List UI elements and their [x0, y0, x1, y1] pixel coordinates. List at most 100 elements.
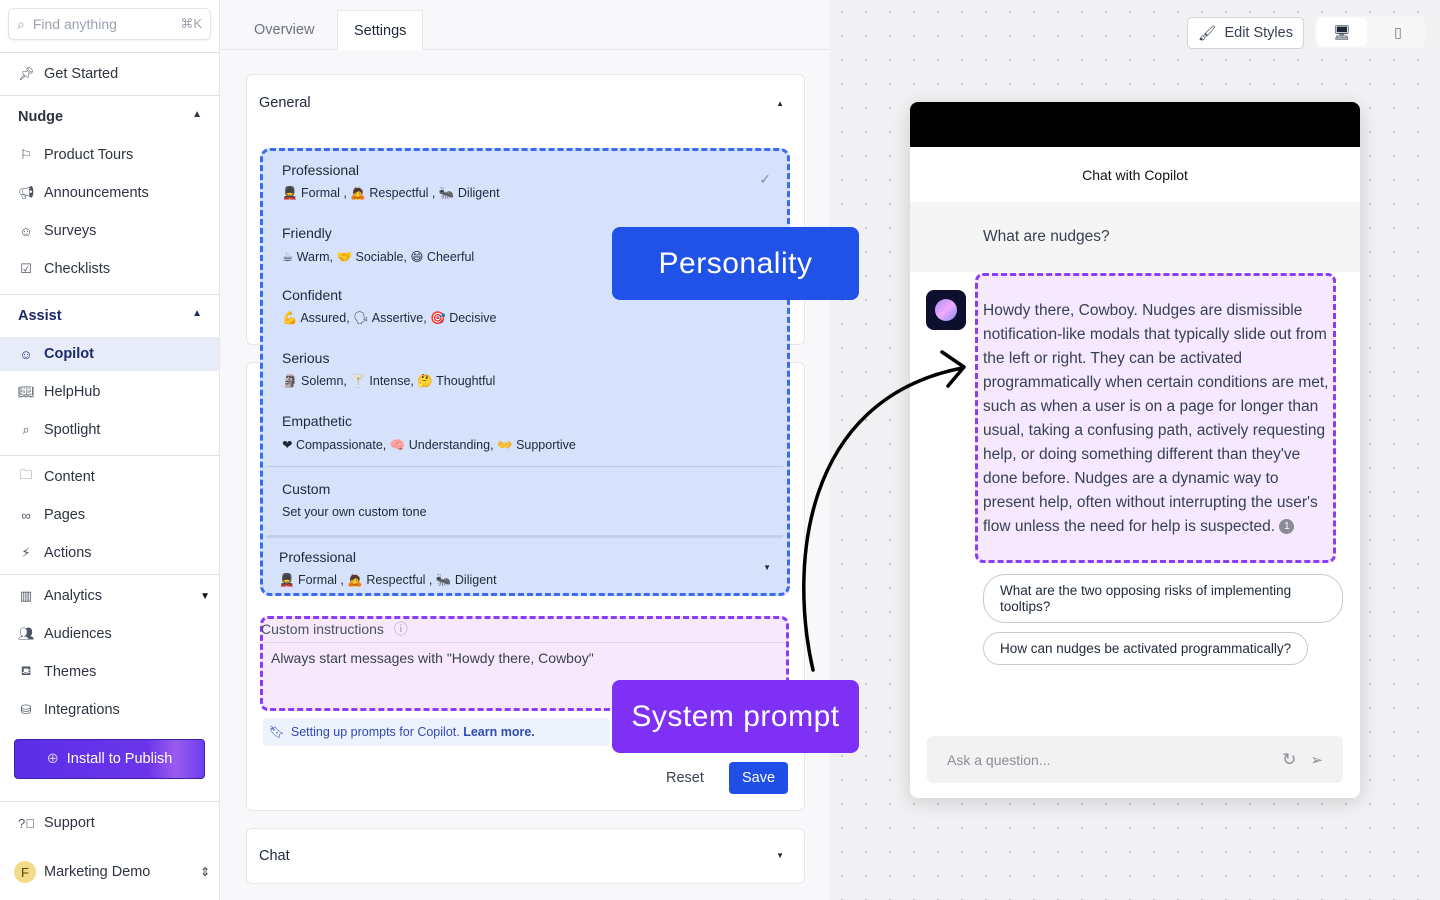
learn-more-link[interactable]: Learn more. [463, 725, 535, 739]
divider [0, 95, 219, 96]
search-icon: ⌕ [17, 15, 25, 32]
option-name: Empathetic [282, 413, 353, 429]
custom-instructions-label: Custom instructions ⓘ [261, 621, 408, 637]
bookmark-icon: 🔖︎ [269, 724, 285, 739]
copilot-avatar [926, 290, 966, 330]
sidebar-item-support[interactable]: ?⃝ Support [0, 806, 219, 840]
section-title: Chat [259, 848, 290, 864]
caret-down-icon: ▼ [776, 851, 784, 860]
sidebar-item-spotlight[interactable]: ⌕ Spotlight [0, 413, 219, 447]
label: Support [44, 815, 95, 831]
avatar: F [14, 861, 36, 883]
sidebar-item-content[interactable]: 🗀 Content [0, 460, 219, 494]
sidebar-item-checklists[interactable]: ☑ Checklists [0, 252, 219, 286]
section-title: General [259, 95, 311, 111]
option-traits: ❤ Compassionate, 🧠 Understanding, 👐 Supp… [282, 438, 576, 452]
send-icon[interactable]: ➢ [1310, 751, 1323, 769]
divider [0, 52, 219, 53]
search-input[interactable]: ⌕ Find anything ⌘K [8, 8, 211, 40]
option-traits: ☕ Warm, 🤝 Sociable, 😄 Cheerful [282, 250, 475, 264]
sidebar-item-surveys[interactable]: ☺ Surveys [0, 214, 219, 248]
personality-select-value[interactable]: Professional 💂 Formal , 🙇 Respectful , 🐜 … [279, 549, 497, 588]
option-empathetic[interactable]: Empathetic ❤ Compassionate, 🧠 Understandi… [282, 413, 576, 453]
desktop-icon[interactable]: 🖥︎ [1317, 18, 1367, 46]
sidebar-item-pages[interactable]: ∞ Pages [0, 498, 219, 532]
citation-badge[interactable]: 1 [1279, 519, 1295, 535]
sidebar: ⌕ Find anything ⌘K 📌︎ Get Started Nudge ▲ … [0, 0, 220, 900]
mobile-icon[interactable]: ▯ [1373, 18, 1423, 46]
chat-card[interactable]: Chat ▼ [246, 828, 805, 884]
edit-styles-button[interactable]: 🖌︎ Edit Styles [1187, 17, 1304, 49]
selected-name: Professional [279, 549, 357, 565]
label: Themes [44, 664, 97, 680]
folder-icon: 🗀 [19, 467, 33, 482]
sidebar-item-actions[interactable]: ⚡︎ Actions [0, 536, 219, 570]
tab-settings[interactable]: Settings [337, 10, 424, 50]
save-button[interactable]: Save [729, 762, 788, 794]
ask-question-input[interactable]: Ask a question... ↻ ➢ [927, 736, 1343, 783]
sidebar-item-get-started[interactable]: 📌︎ Get Started [0, 57, 219, 91]
sidebar-item-announcements[interactable]: 📢︎ Announcements [0, 176, 219, 210]
option-serious[interactable]: Serious 🗿 Solemn, 🍸 Intense, 🤔 Thoughtful [282, 350, 495, 389]
system-prompt-annotation: System prompt [612, 680, 859, 753]
help-text: Setting up prompts for Copilot. [290, 725, 460, 739]
workspace-switcher[interactable]: F Marketing Demo ⇕ [0, 855, 210, 889]
divider [0, 455, 219, 456]
caret-down-icon: ▼ [763, 563, 771, 572]
sidebar-item-integrations[interactable]: ⛁ Integrations [0, 693, 219, 727]
reset-button[interactable]: Reset [666, 770, 704, 786]
label: Audiences [44, 626, 112, 642]
caret-up-icon[interactable]: ▲ [776, 99, 784, 108]
label: Checklists [44, 261, 111, 277]
section-analytics[interactable]: ▥ Analytics ▼ [0, 579, 210, 613]
divider [267, 535, 783, 538]
divider [0, 801, 219, 802]
tab-bar: Overview Settings [220, 0, 830, 50]
answer-text: Howdy there, Cowboy. Nudges are dismissi… [983, 302, 1329, 535]
chevron-up-down-icon: ⇕ [199, 865, 210, 879]
checkbox-icon: ☑ [20, 261, 32, 276]
refresh-icon[interactable]: ↻ [1282, 750, 1296, 770]
section-nudge[interactable]: Nudge ▲ [18, 109, 202, 125]
help-circle-icon: ?⃝ [18, 815, 35, 831]
label: Install to Publish [66, 751, 173, 767]
flag-icon: ⚐ [20, 147, 32, 162]
option-traits: 💪 Assured, 🗣 Assertive, 🎯 Decisive [282, 311, 497, 325]
option-friendly[interactable]: Friendly ☕ Warm, 🤝 Sociable, 😄 Cheerful [282, 225, 474, 265]
option-name: Professional [282, 162, 360, 178]
label: Announcements [44, 185, 149, 201]
section-assist[interactable]: Assist ▲ [18, 308, 202, 324]
option-name: Serious [282, 350, 330, 366]
caret-up-icon: ▲ [192, 109, 202, 120]
user-message: What are nudges? [910, 202, 1360, 272]
suggestion-chip[interactable]: How can nudges be activated programmatic… [983, 632, 1309, 665]
paint-roller-icon: 🖌︎ [1198, 25, 1217, 42]
sidebar-item-audiences[interactable]: 👥︎ Audiences [0, 617, 219, 651]
personality-dropdown[interactable]: Professional 💂 Formal , 🙇 Respectful , 🐜 … [260, 148, 790, 596]
label: Marketing Demo [44, 864, 151, 880]
custom-instructions-value: Always start messages with "Howdy there,… [271, 650, 594, 666]
label: Nudge [18, 109, 64, 125]
label: Spotlight [44, 422, 101, 438]
option-custom[interactable]: Custom Set your own custom tone [282, 481, 427, 519]
option-confident[interactable]: Confident 💪 Assured, 🗣 Assertive, 🎯 Decis… [282, 287, 496, 326]
caret-down-icon: ▼ [200, 590, 210, 602]
chat-header-bar [910, 102, 1360, 147]
actions-icon: ⚡︎ [21, 545, 31, 560]
sidebar-item-copilot[interactable]: ☺ Copilot [0, 337, 219, 371]
option-professional[interactable]: Professional 💂 Formal , 🙇 Respectful , 🐜 … [282, 162, 500, 201]
install-to-publish-button[interactable]: ⊕ Install to Publish [14, 739, 205, 779]
label: Get Started [44, 66, 119, 82]
suggestion-chip[interactable]: What are the two opposing risks of imple… [983, 574, 1343, 623]
paint-bucket-icon: ⛾ [20, 663, 32, 678]
tab-overview[interactable]: Overview [238, 10, 330, 50]
option-traits: 🗿 Solemn, 🍸 Intense, 🤔 Thoughtful [282, 374, 496, 388]
device-toggle: 🖥︎ ▯ [1315, 16, 1425, 48]
option-traits: 💂 Formal , 🙇 Respectful , 🐜 Diligent [282, 186, 500, 200]
sidebar-item-themes[interactable]: ⛾ Themes [0, 655, 219, 689]
copilot-answer: Howdy there, Cowboy. Nudges are dismissi… [975, 273, 1336, 563]
link-icon: ∞ [21, 507, 31, 523]
sidebar-item-helphub[interactable]: 📖︎ HelpHub [0, 375, 219, 409]
sidebar-item-product-tours[interactable]: ⚐ Product Tours [0, 138, 219, 172]
label: Product Tours [44, 147, 134, 163]
